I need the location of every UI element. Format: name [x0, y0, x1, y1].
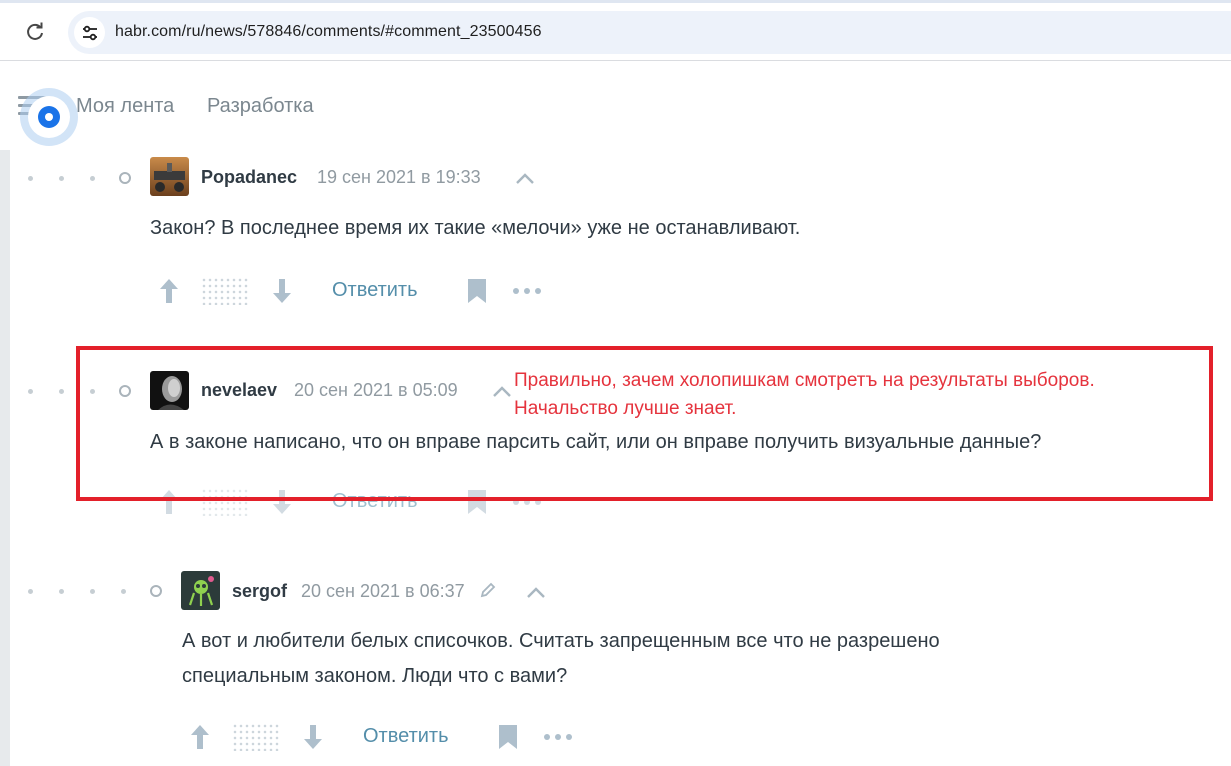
- comment-date[interactable]: 19 сен 2021 в 19:33: [317, 167, 481, 188]
- address-bar[interactable]: habr.com/ru/news/578846/comments/#commen…: [68, 11, 1231, 54]
- thread-dot: [28, 389, 33, 394]
- avatar[interactable]: [181, 571, 220, 610]
- annotation-line-1: Правильно, зачем холопишкам смотретъ на …: [514, 370, 1095, 391]
- comment-text-line: А вот и любители белых списочков. Считат…: [182, 630, 940, 652]
- comment-author[interactable]: Popadanec: [201, 167, 297, 188]
- avatar[interactable]: [150, 157, 189, 196]
- vote-down-icon[interactable]: [302, 723, 324, 751]
- browser-toolbar: habr.com/ru/news/578846/comments/#commen…: [0, 3, 1231, 61]
- site-info-button[interactable]: [74, 17, 105, 48]
- comment-text: Закон? В последнее время их такие «мелоч…: [150, 217, 801, 239]
- comment-text-line: специальным законом. Люди что с вами?: [182, 665, 568, 687]
- tune-icon: [82, 25, 97, 40]
- menu-button[interactable]: [14, 86, 78, 150]
- thread-dot: [121, 589, 126, 594]
- click-highlight-dot: [45, 113, 53, 121]
- vote-up-icon[interactable]: [189, 723, 211, 751]
- nav-link-development[interactable]: Разработка: [207, 95, 314, 118]
- nav-link-my-feed[interactable]: Моя лента: [76, 95, 174, 118]
- reload-icon: [27, 22, 43, 40]
- thread-ring[interactable]: [119, 172, 131, 184]
- rating-placeholder: [232, 723, 280, 751]
- thread-dot: [59, 176, 64, 181]
- reload-button[interactable]: [22, 19, 48, 45]
- collapse-chevron-icon[interactable]: [524, 584, 548, 600]
- thread-dot: [59, 389, 64, 394]
- thread-dot: [59, 589, 64, 594]
- left-rail: [0, 150, 10, 766]
- annotation-text: Правильно, зачем холопишкам смотретъ на …: [514, 367, 1095, 423]
- vote-up-icon[interactable]: [158, 277, 180, 305]
- bookmark-icon[interactable]: [466, 278, 488, 304]
- comment-date[interactable]: 20 сен 2021 в 06:37: [301, 581, 465, 602]
- thread-ring[interactable]: [150, 585, 162, 597]
- url-text[interactable]: habr.com/ru/news/578846/comments/#commen…: [115, 23, 542, 41]
- rating-placeholder: [201, 277, 249, 305]
- thread-dot: [28, 176, 33, 181]
- thread-dot: [90, 589, 95, 594]
- annotation-line-2: Начальство лучше знает.: [514, 398, 737, 419]
- site-header: Моя лента Разработка: [0, 62, 1231, 150]
- edited-pencil-icon: [480, 582, 496, 598]
- bookmark-icon[interactable]: [497, 724, 519, 750]
- more-options-icon[interactable]: [543, 732, 575, 742]
- collapse-chevron-icon[interactable]: [513, 170, 537, 186]
- reply-link[interactable]: Ответить: [332, 279, 418, 302]
- thread-dot: [90, 176, 95, 181]
- vote-down-icon[interactable]: [271, 277, 293, 305]
- comment-author[interactable]: sergof: [232, 581, 287, 602]
- comment-text: А вот и любители белых списочков. Считат…: [182, 624, 940, 694]
- thread-dot: [28, 589, 33, 594]
- avatar-image: [150, 157, 189, 196]
- more-options-icon[interactable]: [512, 286, 544, 296]
- avatar-image: [181, 571, 220, 610]
- reply-link[interactable]: Ответить: [363, 725, 449, 748]
